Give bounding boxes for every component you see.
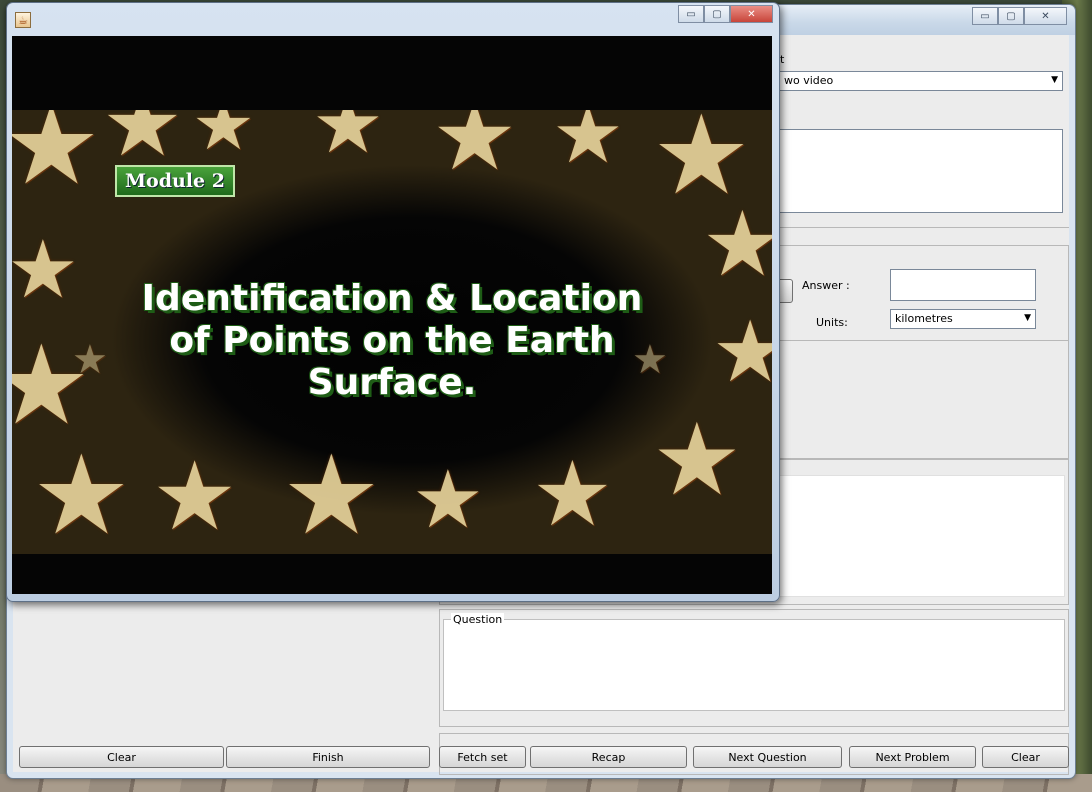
- next-problem-button[interactable]: Next Problem: [849, 746, 976, 768]
- main-window-controls: ▭ ▢ ✕: [972, 7, 1067, 25]
- video-title-line: Identification & Location: [141, 278, 643, 319]
- recap-button[interactable]: Recap: [530, 746, 687, 768]
- minimize-icon: ▭: [686, 8, 696, 20]
- source-label: t: [780, 53, 785, 66]
- star-decoration: ★: [702, 192, 772, 297]
- answer-input[interactable]: [890, 269, 1036, 301]
- star-decoration: ★: [532, 442, 613, 547]
- fetch-set-button[interactable]: Fetch set: [439, 746, 526, 768]
- close-button[interactable]: ✕: [1024, 7, 1067, 25]
- chevron-down-icon: ▼: [1051, 75, 1058, 85]
- question-group-title: Question: [451, 613, 505, 626]
- answer-label: Answer :: [802, 279, 850, 292]
- close-icon: ✕: [1041, 10, 1050, 22]
- star-decoration: ★: [192, 110, 255, 166]
- chevron-down-icon: ▼: [1024, 313, 1031, 323]
- clear-right-button[interactable]: Clear: [982, 746, 1069, 768]
- source-combo[interactable]: wo video ▼: [779, 71, 1063, 91]
- video-window-controls: ▭ ▢ ✕: [678, 5, 773, 23]
- video-player[interactable]: ★ ★ ★ ★ ★ ★ ★ ★ ★ ★ ★ ★ ★ ★ ★ ★ ★ ★ ★ Mo…: [12, 36, 772, 594]
- video-title-text: Identification & Location of Points on t…: [12, 278, 772, 404]
- close-button[interactable]: ✕: [730, 5, 773, 23]
- minimize-button[interactable]: ▭: [678, 5, 704, 23]
- left-list-area: [17, 601, 435, 723]
- video-title-line: Surface.: [307, 362, 477, 403]
- java-icon: ☕: [15, 12, 31, 28]
- close-icon: ✕: [747, 8, 756, 20]
- module-badge: Module 2: [115, 165, 235, 197]
- star-decoration: ★: [152, 442, 238, 552]
- video-title-line: of Points on the Earth: [169, 320, 615, 361]
- description-textarea[interactable]: [779, 129, 1063, 213]
- star-decoration: ★: [12, 110, 101, 209]
- video-window-titlebar[interactable]: ☕ ▭ ▢ ✕: [7, 3, 779, 35]
- source-combo-value: wo video: [784, 74, 834, 87]
- maximize-button[interactable]: ▢: [998, 7, 1024, 25]
- units-combo[interactable]: kilometres ▼: [890, 309, 1036, 329]
- minimize-icon: ▭: [980, 10, 990, 22]
- star-decoration: ★: [102, 110, 183, 177]
- question-textarea[interactable]: [443, 619, 1065, 711]
- video-frame: ★ ★ ★ ★ ★ ★ ★ ★ ★ ★ ★ ★ ★ ★ ★ ★ ★ ★ ★ Mo…: [12, 110, 772, 554]
- star-decoration: ★: [432, 110, 518, 192]
- star-decoration: ★: [282, 431, 381, 554]
- maximize-icon: ▢: [1006, 10, 1016, 22]
- next-question-button[interactable]: Next Question: [693, 746, 842, 768]
- units-combo-value: kilometres: [895, 312, 953, 325]
- finish-button[interactable]: Finish: [226, 746, 430, 768]
- video-window: ☕ ▭ ▢ ✕ ★ ★ ★ ★ ★ ★ ★ ★ ★ ★ ★ ★ ★ ★ ★ ★ …: [6, 2, 780, 602]
- section-divider: [773, 227, 1069, 229]
- maximize-button[interactable]: ▢: [704, 5, 730, 23]
- star-decoration: ★: [32, 431, 131, 554]
- maximize-icon: ▢: [712, 8, 722, 20]
- star-decoration: ★: [652, 401, 742, 518]
- minimize-button[interactable]: ▭: [972, 7, 998, 25]
- units-label: Units:: [816, 316, 848, 329]
- star-decoration: ★: [412, 453, 484, 546]
- star-decoration: ★: [552, 110, 624, 181]
- clear-left-button[interactable]: Clear: [19, 746, 224, 768]
- star-decoration: ★: [312, 110, 384, 171]
